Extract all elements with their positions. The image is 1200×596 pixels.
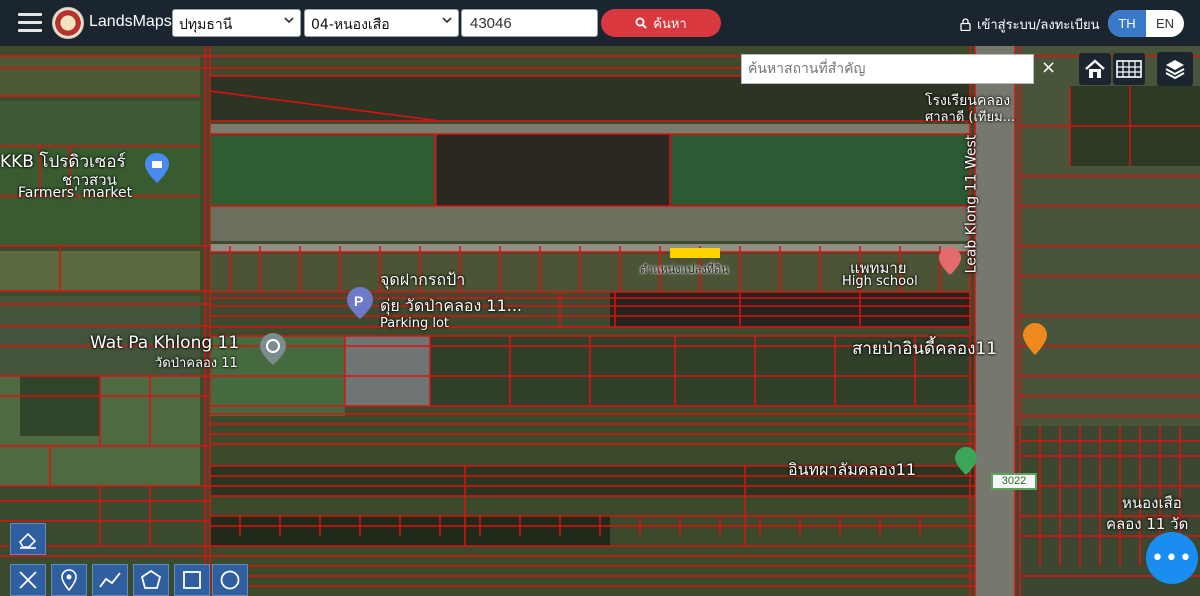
ruler-icon xyxy=(19,571,37,589)
eraser-button[interactable] xyxy=(10,523,46,555)
polyline-button[interactable] xyxy=(92,564,128,596)
label-sai-pa: สายป่าอินดี้คลอง11 xyxy=(852,339,998,359)
close-icon[interactable]: × xyxy=(1041,57,1056,78)
label-school-top-2: ศาลาดี (เทียม... xyxy=(925,110,1016,125)
grid-button[interactable] xyxy=(1113,53,1145,85)
svg-text:P: P xyxy=(354,293,363,309)
search-icon xyxy=(635,17,647,29)
label-wat-en: Wat Pa Khlong 11 xyxy=(90,333,240,353)
label-farmers-market: Farmers' market xyxy=(18,185,133,201)
more-button[interactable]: ••• xyxy=(1146,532,1198,584)
language-toggle: TH EN xyxy=(1108,10,1184,37)
district-select[interactable]: 04-หนองเสือ xyxy=(304,9,459,37)
label-parking-th: จุดฝากรถป้า xyxy=(380,270,466,289)
temple-pin-icon[interactable] xyxy=(259,332,287,366)
label-parking-lot: Parking lot xyxy=(380,316,449,331)
label-high-school: High school xyxy=(842,274,918,289)
polyline-icon xyxy=(99,572,121,588)
rectangle-button[interactable] xyxy=(174,564,210,596)
place-search-input[interactable] xyxy=(741,54,1034,84)
login-link[interactable]: เข้าสู่ระบบ/ลงทะเบียน xyxy=(960,14,1099,35)
school-pin-icon[interactable] xyxy=(938,246,962,276)
hamburger-icon[interactable] xyxy=(18,13,42,33)
lock-icon xyxy=(960,18,971,31)
road-sign: 3022 xyxy=(991,473,1037,490)
eraser-icon xyxy=(18,532,37,549)
chevron-down-icon xyxy=(442,17,452,24)
parcel-number-input[interactable] xyxy=(461,9,598,37)
top-bar: LandsMaps ปทุมธานี 04-หนองเสือ ค้นหา เข้… xyxy=(0,0,1200,46)
home-icon xyxy=(1085,59,1105,78)
rectangle-icon xyxy=(183,571,201,589)
search-button-label: ค้นหา xyxy=(653,16,687,32)
lang-th-button[interactable]: TH xyxy=(1108,10,1146,37)
district-select-value: 04-หนองเสือ xyxy=(311,17,390,33)
search-button[interactable]: ค้นหา xyxy=(601,9,721,37)
chevron-down-icon xyxy=(284,17,294,24)
home-button[interactable] xyxy=(1079,53,1111,85)
province-select-value: ปทุมธานี xyxy=(179,17,233,33)
layers-button[interactable] xyxy=(1157,52,1193,86)
food-pin-icon[interactable] xyxy=(1022,322,1048,356)
polygon-button[interactable] xyxy=(133,564,169,596)
province-select[interactable]: ปทุมธานี xyxy=(172,9,301,37)
circle-icon xyxy=(220,570,240,590)
polygon-icon xyxy=(140,569,162,589)
shop-pin-icon[interactable] xyxy=(954,446,978,476)
label-parcel-position: ตำแหน่งแปลงที่ดิน xyxy=(640,263,729,276)
map-canvas[interactable]: KKB โปรดิวเซอร์ ชาวสวน Farmers' market ต… xyxy=(0,46,1200,596)
grid-icon xyxy=(1116,60,1142,78)
pin-icon xyxy=(61,569,77,591)
circle-button[interactable] xyxy=(212,564,248,596)
ruler-button[interactable] xyxy=(10,564,46,596)
pin-button[interactable] xyxy=(51,564,87,596)
selected-parcel[interactable] xyxy=(670,248,720,258)
shopping-pin-icon[interactable] xyxy=(144,152,170,184)
logo-icon xyxy=(52,7,84,39)
login-label: เข้าสู่ระบบ/ลงทะเบียน xyxy=(977,18,1100,33)
satellite-imagery xyxy=(0,46,1200,596)
layers-icon xyxy=(1165,60,1185,80)
parking-pin-icon[interactable]: P xyxy=(346,286,374,320)
label-wat-th: วัดป่าคลอง 11 xyxy=(155,356,238,371)
label-road-leab-klong: Leab Klong 11 West xyxy=(963,134,980,274)
brand-title: LandsMaps xyxy=(89,13,172,30)
lang-en-button[interactable]: EN xyxy=(1146,10,1184,37)
label-inthapha: อินทผาลัมคลอง11 xyxy=(788,460,917,479)
